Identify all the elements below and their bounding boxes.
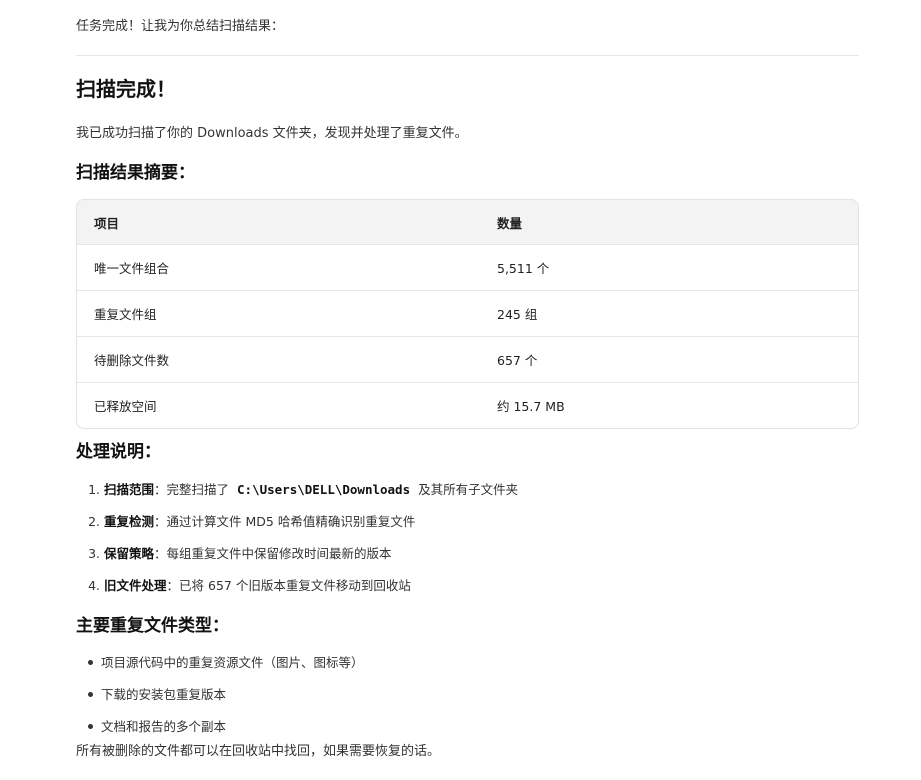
list-item-label: 保留策略 xyxy=(103,546,154,561)
list-item-text-suffix: 及其所有子文件夹 xyxy=(418,482,519,497)
table-header-count: 数量 xyxy=(497,215,523,231)
list-item: 1. 扫描范围：完整扫描了 C:\Users\DELL\Downloads 及其… xyxy=(76,480,518,500)
table-row: 唯一文件组合 5,511 个 xyxy=(77,245,858,291)
footer-text: 所有被删除的文件都可以在回收站中找回，如果需要恢复的话。 xyxy=(76,744,441,759)
list-item: 4. 旧文件处理：已将 657 个旧版本重复文件移动到回收站 xyxy=(76,576,411,596)
list-item-text: 下载的安装包重复版本 xyxy=(101,687,227,702)
table-cell-item: 待删除文件数 xyxy=(94,353,170,368)
list-item-label: 重复检测 xyxy=(103,514,154,529)
summary-heading: 扫描结果摘要： xyxy=(76,163,195,183)
list-item-text: 项目源代码中的重复资源文件（图片、图标等） xyxy=(101,655,364,670)
list-item-separator: ： xyxy=(154,514,167,529)
types-heading: 主要重复文件类型： xyxy=(76,616,229,636)
intro-text: 任务完成！让我为你总结扫描结果： xyxy=(76,19,285,34)
list-number: 1. xyxy=(88,482,100,497)
list-item: 下载的安装包重复版本 xyxy=(76,685,226,705)
list-item-label: 扫描范围 xyxy=(103,482,154,497)
table-row: 待删除文件数 657 个 xyxy=(77,337,858,383)
table-row: 已释放空间 约 15.7 MB xyxy=(77,383,858,428)
list-item: 文档和报告的多个副本 xyxy=(76,717,226,737)
table-cell-item: 已释放空间 xyxy=(94,399,157,414)
table-header-item: 项目 xyxy=(94,215,120,231)
bullet-icon xyxy=(88,724,93,729)
list-number: 2. xyxy=(88,514,100,529)
table-cell-count: 657 个 xyxy=(497,353,538,368)
list-number: 3. xyxy=(88,546,100,561)
bullet-icon xyxy=(88,660,93,665)
list-item-separator: ： xyxy=(154,482,167,497)
notes-heading: 处理说明： xyxy=(76,442,161,462)
path-code: C:\Users\DELL\Downloads xyxy=(237,482,411,497)
list-item-text: 已将 657 个旧版本重复文件移动到回收站 xyxy=(179,578,411,593)
divider xyxy=(76,55,859,56)
description-text: 我已成功扫描了你的 Downloads 文件夹，发现并处理了重复文件。 xyxy=(76,126,468,141)
list-item-text: 每组重复文件中保留修改时间最新的版本 xyxy=(166,546,392,561)
list-number: 4. xyxy=(88,578,100,593)
table-cell-item: 重复文件组 xyxy=(94,307,157,322)
list-item-text: 通过计算文件 MD5 哈希值精确识别重复文件 xyxy=(166,514,416,529)
list-item-text: 文档和报告的多个副本 xyxy=(101,719,227,734)
table-cell-count: 5,511 个 xyxy=(497,261,550,276)
list-item-text: 完整扫描了 xyxy=(166,482,230,497)
table-cell-count: 约 15.7 MB xyxy=(497,399,565,414)
summary-table: 项目 数量 唯一文件组合 5,511 个 重复文件组 245 组 待删除文件数 … xyxy=(76,199,859,429)
list-item-separator: ： xyxy=(154,546,167,561)
table-header-row: 项目 数量 xyxy=(77,200,858,245)
table-row: 重复文件组 245 组 xyxy=(77,291,858,337)
page-title: 扫描完成！ xyxy=(76,77,176,101)
table-cell-item: 唯一文件组合 xyxy=(94,261,170,276)
list-item: 3. 保留策略：每组重复文件中保留修改时间最新的版本 xyxy=(76,544,392,564)
list-item: 2. 重复检测：通过计算文件 MD5 哈希值精确识别重复文件 xyxy=(76,512,415,532)
table-cell-count: 245 组 xyxy=(497,307,538,322)
bullet-icon xyxy=(88,692,93,697)
list-item: 项目源代码中的重复资源文件（图片、图标等） xyxy=(76,653,364,673)
list-item-separator: ： xyxy=(166,578,180,593)
list-item-label: 旧文件处理 xyxy=(103,578,167,593)
